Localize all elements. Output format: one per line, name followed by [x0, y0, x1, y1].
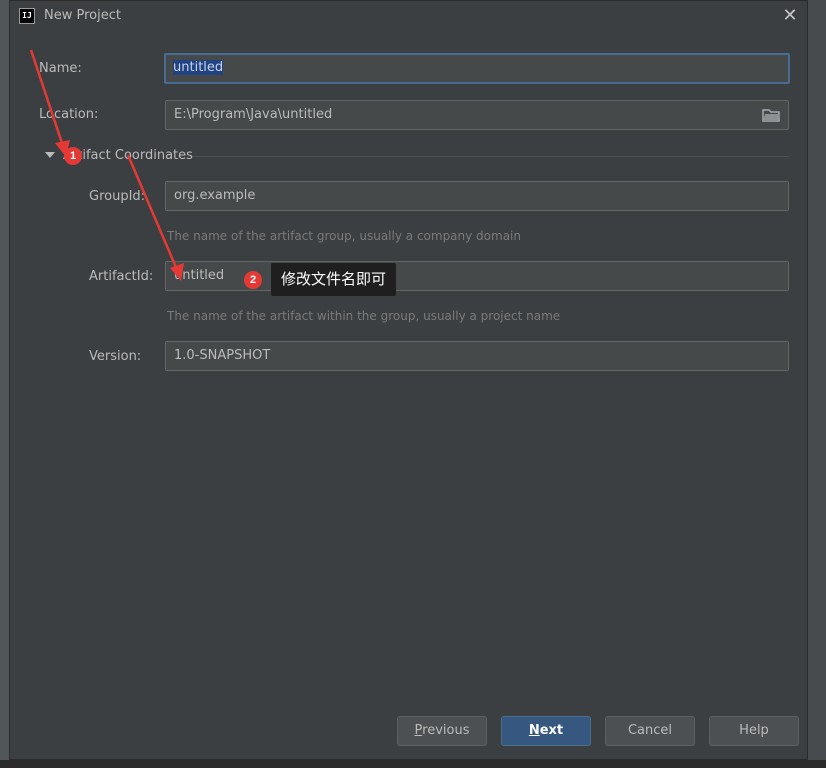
next-label: ext	[539, 723, 564, 738]
new-project-dialog: IJ New Project ✕ Name: untitled Location…	[9, 0, 808, 760]
version-input-value: 1.0-SNAPSHOT	[174, 348, 271, 363]
section-divider	[193, 156, 789, 157]
previous-label: revious	[422, 723, 470, 738]
title-bar: IJ New Project ✕	[10, 1, 807, 31]
section-title: Artifact Coordinates	[63, 148, 193, 163]
next-button[interactable]: Next	[501, 716, 591, 746]
folder-icon[interactable]	[762, 108, 780, 122]
close-icon[interactable]: ✕	[779, 5, 801, 27]
name-input-value: untitled	[173, 60, 224, 75]
name-label: Name:	[39, 61, 82, 76]
intellij-idea-icon: IJ	[19, 8, 35, 24]
groupid-label: GroupId:	[89, 189, 146, 204]
annotation-badge-2: 2	[244, 271, 262, 289]
location-input-value: E:\Program\Java\untitled	[174, 107, 333, 122]
dialog-title: New Project	[44, 8, 121, 23]
background-right-strip	[808, 0, 826, 768]
annotation-badge-1: 1	[64, 147, 82, 165]
name-input[interactable]: untitled	[164, 53, 790, 84]
location-label: Location:	[39, 107, 99, 122]
groupid-hint: The name of the artifact group, usually …	[167, 229, 521, 243]
previous-button[interactable]: Previous	[397, 716, 487, 746]
artifactid-input-value: untitled	[174, 268, 225, 283]
background-bottom-strip	[0, 760, 826, 768]
groupid-input[interactable]: org.example	[165, 181, 789, 211]
location-input[interactable]: E:\Program\Java\untitled	[165, 100, 789, 130]
previous-mnemonic: P	[414, 723, 423, 738]
cancel-button[interactable]: Cancel	[605, 716, 695, 746]
artifactid-hint: The name of the artifact within the grou…	[167, 309, 561, 323]
version-input[interactable]: 1.0-SNAPSHOT	[165, 341, 789, 371]
help-button[interactable]: Help	[709, 716, 799, 746]
artifactid-label: ArtifactId:	[89, 269, 154, 284]
version-label: Version:	[89, 349, 142, 364]
next-mnemonic: N	[528, 723, 540, 738]
groupid-input-value: org.example	[174, 188, 256, 203]
annotation-callout: 修改文件名即可	[271, 263, 397, 296]
triangle-down-icon[interactable]	[44, 149, 56, 161]
